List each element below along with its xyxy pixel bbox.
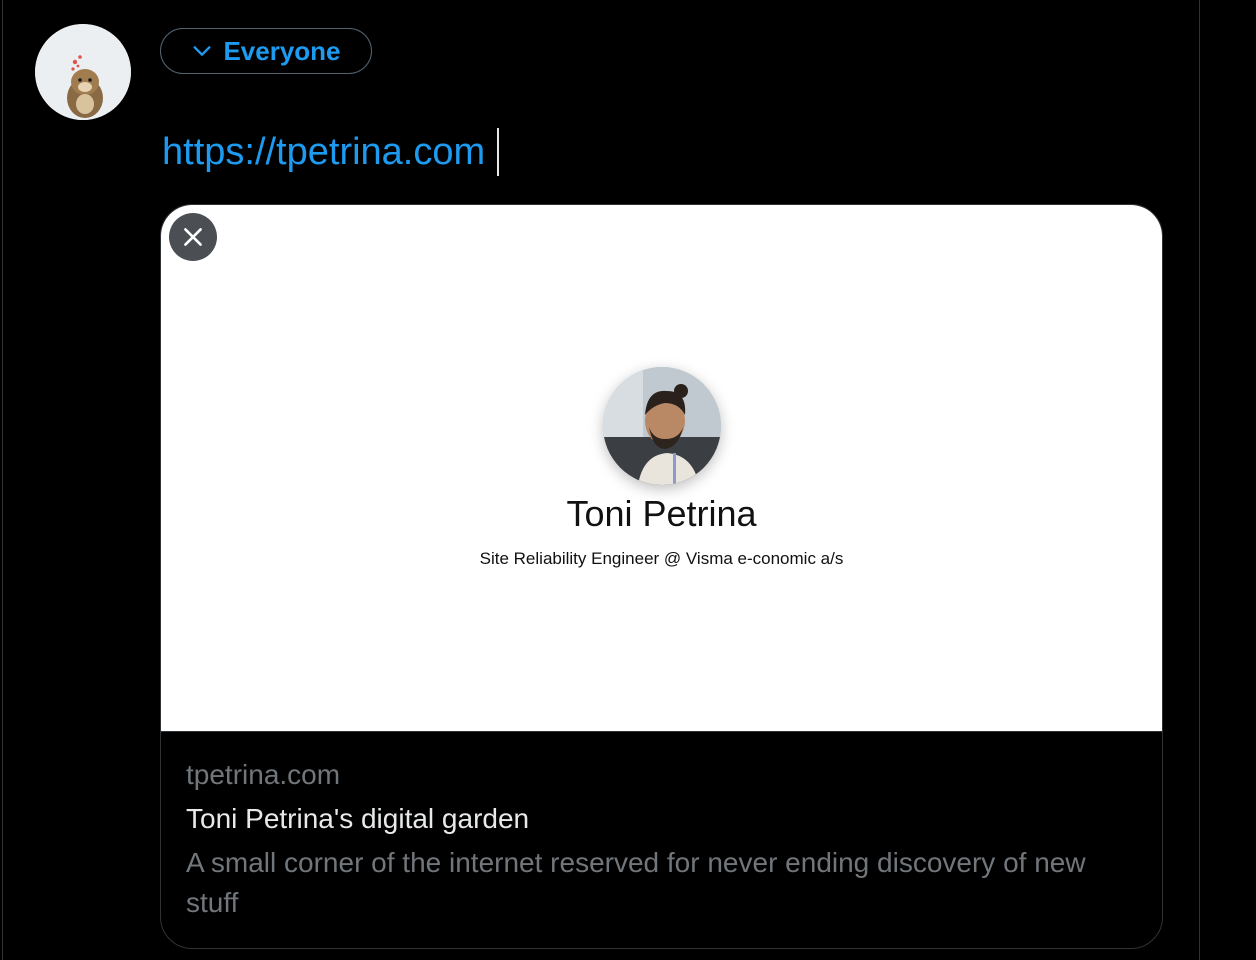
card-domain: tpetrina.com — [186, 759, 341, 790]
text-caret — [497, 128, 500, 176]
profile-photo-image — [603, 367, 721, 485]
left-divider — [2, 0, 3, 960]
compose-tweet-panel: Everyone https://tpetrina.com Toni Petri… — [0, 0, 1256, 960]
close-icon — [184, 228, 202, 246]
card-description: A small corner of the internet reserved … — [186, 847, 1086, 918]
card-title: Toni Petrina's digital garden — [186, 803, 530, 834]
tweet-link-text[interactable]: https://tpetrina.com — [162, 131, 485, 174]
tweet-text-input[interactable]: https://tpetrina.com — [162, 126, 500, 178]
chevron-down-icon — [193, 46, 211, 56]
audience-label: Everyone — [223, 35, 341, 66]
avatar-image — [35, 24, 131, 120]
profile-photo — [603, 367, 721, 485]
link-preview-meta: tpetrina.com Toni Petrina's digital gard… — [186, 753, 1136, 923]
audience-button[interactable]: Everyone — [160, 28, 372, 74]
link-preview-image: Toni Petrina Site Reliability Engineer @… — [161, 205, 1162, 732]
preview-role: Site Reliability Engineer @ Visma e-cono… — [479, 549, 844, 568]
preview-name: Toni Petrina — [566, 493, 757, 534]
link-preview-card[interactable]: Toni Petrina Site Reliability Engineer @… — [160, 204, 1163, 949]
right-divider — [1199, 0, 1200, 960]
remove-card-button[interactable] — [169, 213, 217, 261]
avatar[interactable] — [35, 24, 131, 120]
